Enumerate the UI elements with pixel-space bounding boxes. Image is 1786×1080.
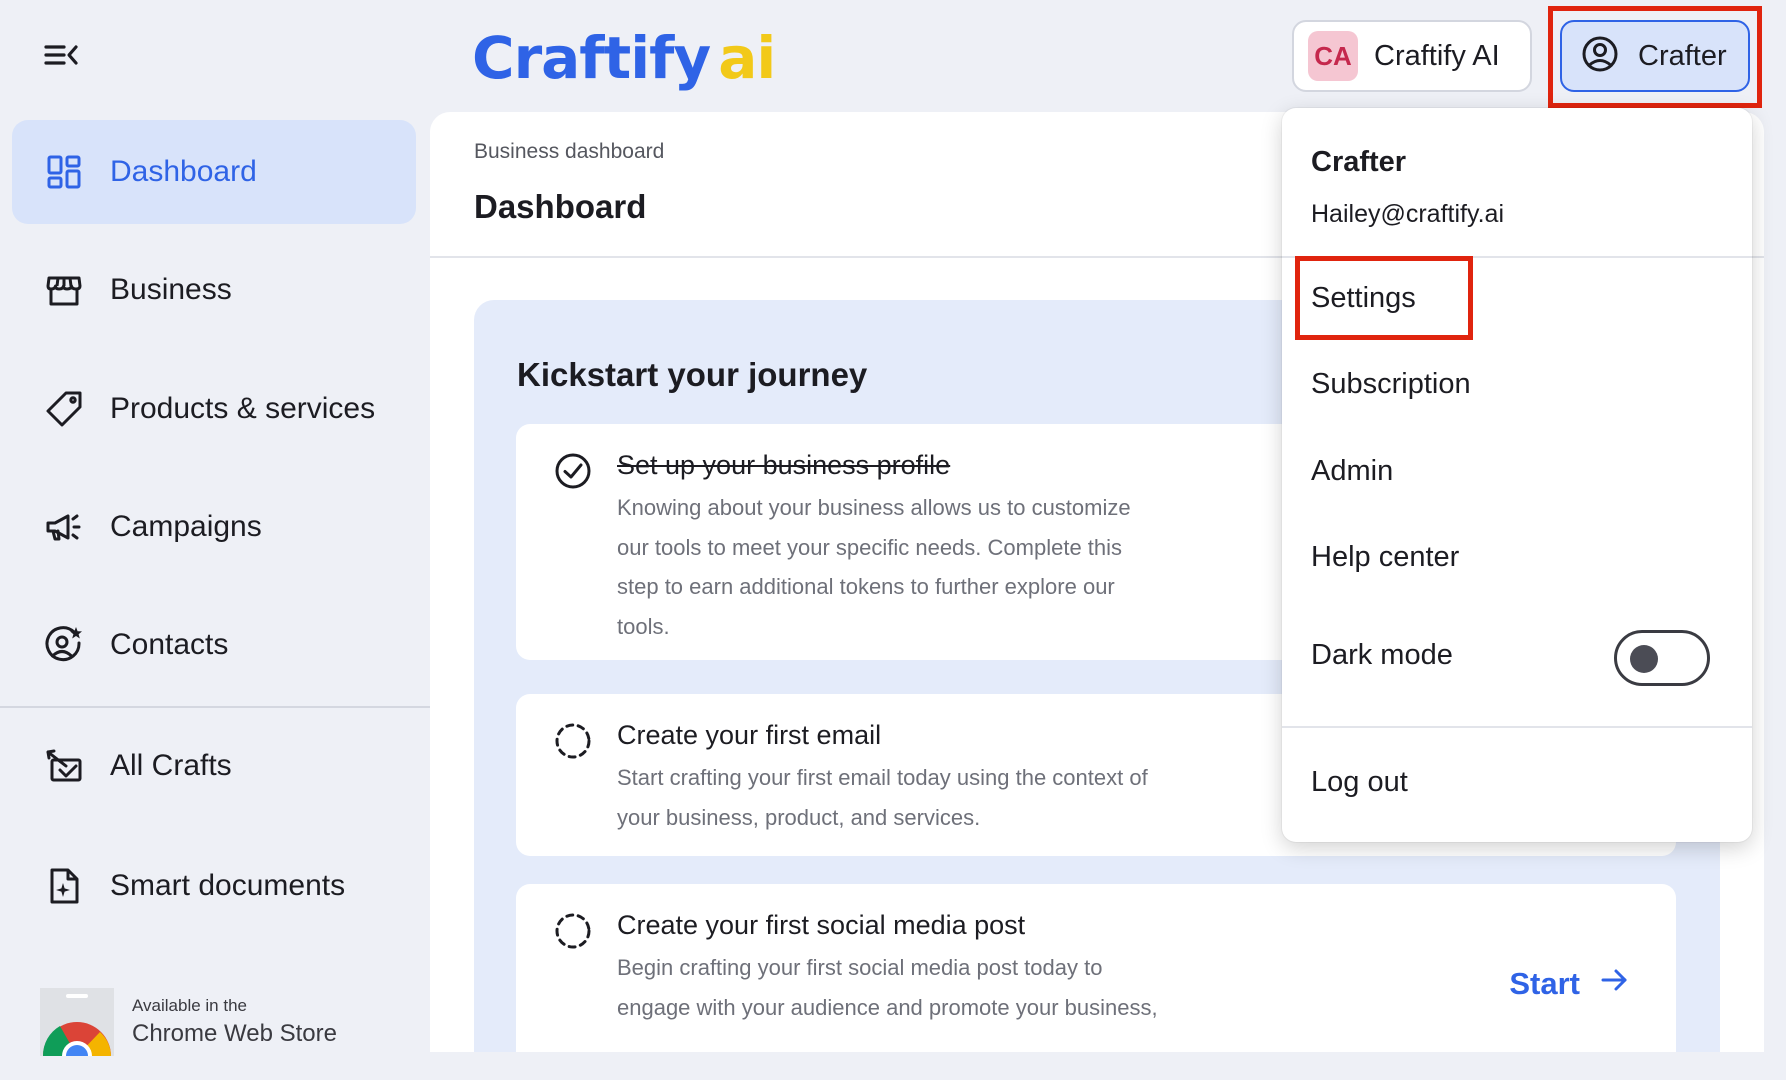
- chrome-web-store-badge[interactable]: Available in the Chrome Web Store: [40, 988, 337, 1056]
- menu-item-admin[interactable]: Admin: [1311, 455, 1393, 488]
- step-title: Set up your business profile: [617, 450, 951, 480]
- menu-item-settings[interactable]: Settings: [1311, 282, 1416, 315]
- chrome-store-title: Chrome Web Store: [132, 1020, 337, 1047]
- step-title: Create your first social media post: [617, 910, 1026, 940]
- menu-item-subscription[interactable]: Subscription: [1311, 368, 1471, 401]
- sidebar-item-label: Smart documents: [110, 869, 346, 902]
- sidebar-item-label: Products & services: [110, 392, 376, 425]
- check-circle-icon: [554, 452, 592, 490]
- sidebar-item-all-crafts[interactable]: All Crafts: [12, 714, 416, 818]
- dashed-circle-icon: [554, 722, 592, 760]
- sidebar-item-business[interactable]: Business: [12, 238, 416, 342]
- user-menu-button[interactable]: Crafter: [1560, 20, 1750, 92]
- sidebar-item-label: Contacts: [110, 628, 229, 661]
- sidebar: Dashboard Business Products & services C…: [0, 0, 430, 1080]
- step-card-first-social-post[interactable]: Create your first social media post Begi…: [516, 884, 1676, 1052]
- logo-ai-suffix: ai: [718, 24, 776, 92]
- sidebar-item-label: All Crafts: [110, 749, 232, 782]
- dashboard-icon: [44, 152, 84, 192]
- start-label: Start: [1509, 966, 1580, 1001]
- step-description: Knowing about your business allows us to…: [617, 495, 1131, 639]
- chrome-store-caption: Available in the: [132, 996, 247, 1015]
- workspace-avatar: CA: [1308, 31, 1358, 81]
- workspace-switcher-button[interactable]: CA Craftify AI: [1292, 20, 1532, 92]
- dropdown-divider: [1282, 726, 1752, 728]
- megaphone-icon: [44, 507, 84, 547]
- sidebar-item-smart-documents[interactable]: Smart documents: [12, 834, 416, 938]
- tag-icon: [44, 389, 84, 429]
- user-email: Hailey@craftify.ai: [1311, 200, 1505, 228]
- step-description: Begin crafting your first social media p…: [617, 955, 1158, 1020]
- chrome-icon: [40, 988, 114, 1056]
- craftify-logo[interactable]: Craftify ai: [472, 24, 776, 92]
- user-dropdown-menu: Crafter Hailey@craftify.ai Settings Subs…: [1282, 108, 1752, 842]
- sidebar-item-contacts[interactable]: Contacts: [12, 593, 416, 697]
- crafts-icon: [44, 746, 84, 786]
- user-circle-icon: [1580, 34, 1620, 79]
- step-title: Create your first email: [617, 720, 882, 750]
- contact-star-icon: [44, 625, 84, 665]
- user-menu-label: Crafter: [1638, 39, 1727, 72]
- breadcrumb[interactable]: Business dashboard: [474, 140, 664, 164]
- dark-mode-toggle[interactable]: [1614, 630, 1710, 686]
- logo-wordmark: Craftify: [472, 24, 711, 92]
- toggle-knob: [1630, 645, 1658, 673]
- menu-item-log-out[interactable]: Log out: [1311, 766, 1408, 799]
- start-button[interactable]: Start: [1509, 964, 1630, 1004]
- smart-document-icon: [44, 866, 84, 906]
- sidebar-item-dashboard[interactable]: Dashboard: [12, 120, 416, 224]
- workspace-name: Craftify AI: [1374, 39, 1500, 72]
- journey-title: Kickstart your journey: [517, 356, 868, 393]
- sidebar-item-label: Dashboard: [110, 155, 257, 188]
- menu-item-help-center[interactable]: Help center: [1311, 541, 1459, 574]
- sidebar-item-products-services[interactable]: Products & services: [12, 357, 416, 461]
- user-name: Crafter: [1311, 146, 1407, 178]
- storefront-icon: [44, 270, 84, 310]
- page-title: Dashboard: [474, 188, 647, 225]
- sidebar-divider: [0, 706, 430, 708]
- arrow-right-icon: [1580, 964, 1630, 1004]
- sidebar-item-campaigns[interactable]: Campaigns: [12, 475, 416, 579]
- step-description: Start crafting your first email today us…: [617, 765, 1148, 830]
- dashed-circle-icon: [554, 912, 592, 950]
- sidebar-item-label: Business: [110, 273, 232, 306]
- menu-item-dark-mode: Dark mode: [1311, 639, 1453, 671]
- sidebar-item-label: Campaigns: [110, 510, 262, 543]
